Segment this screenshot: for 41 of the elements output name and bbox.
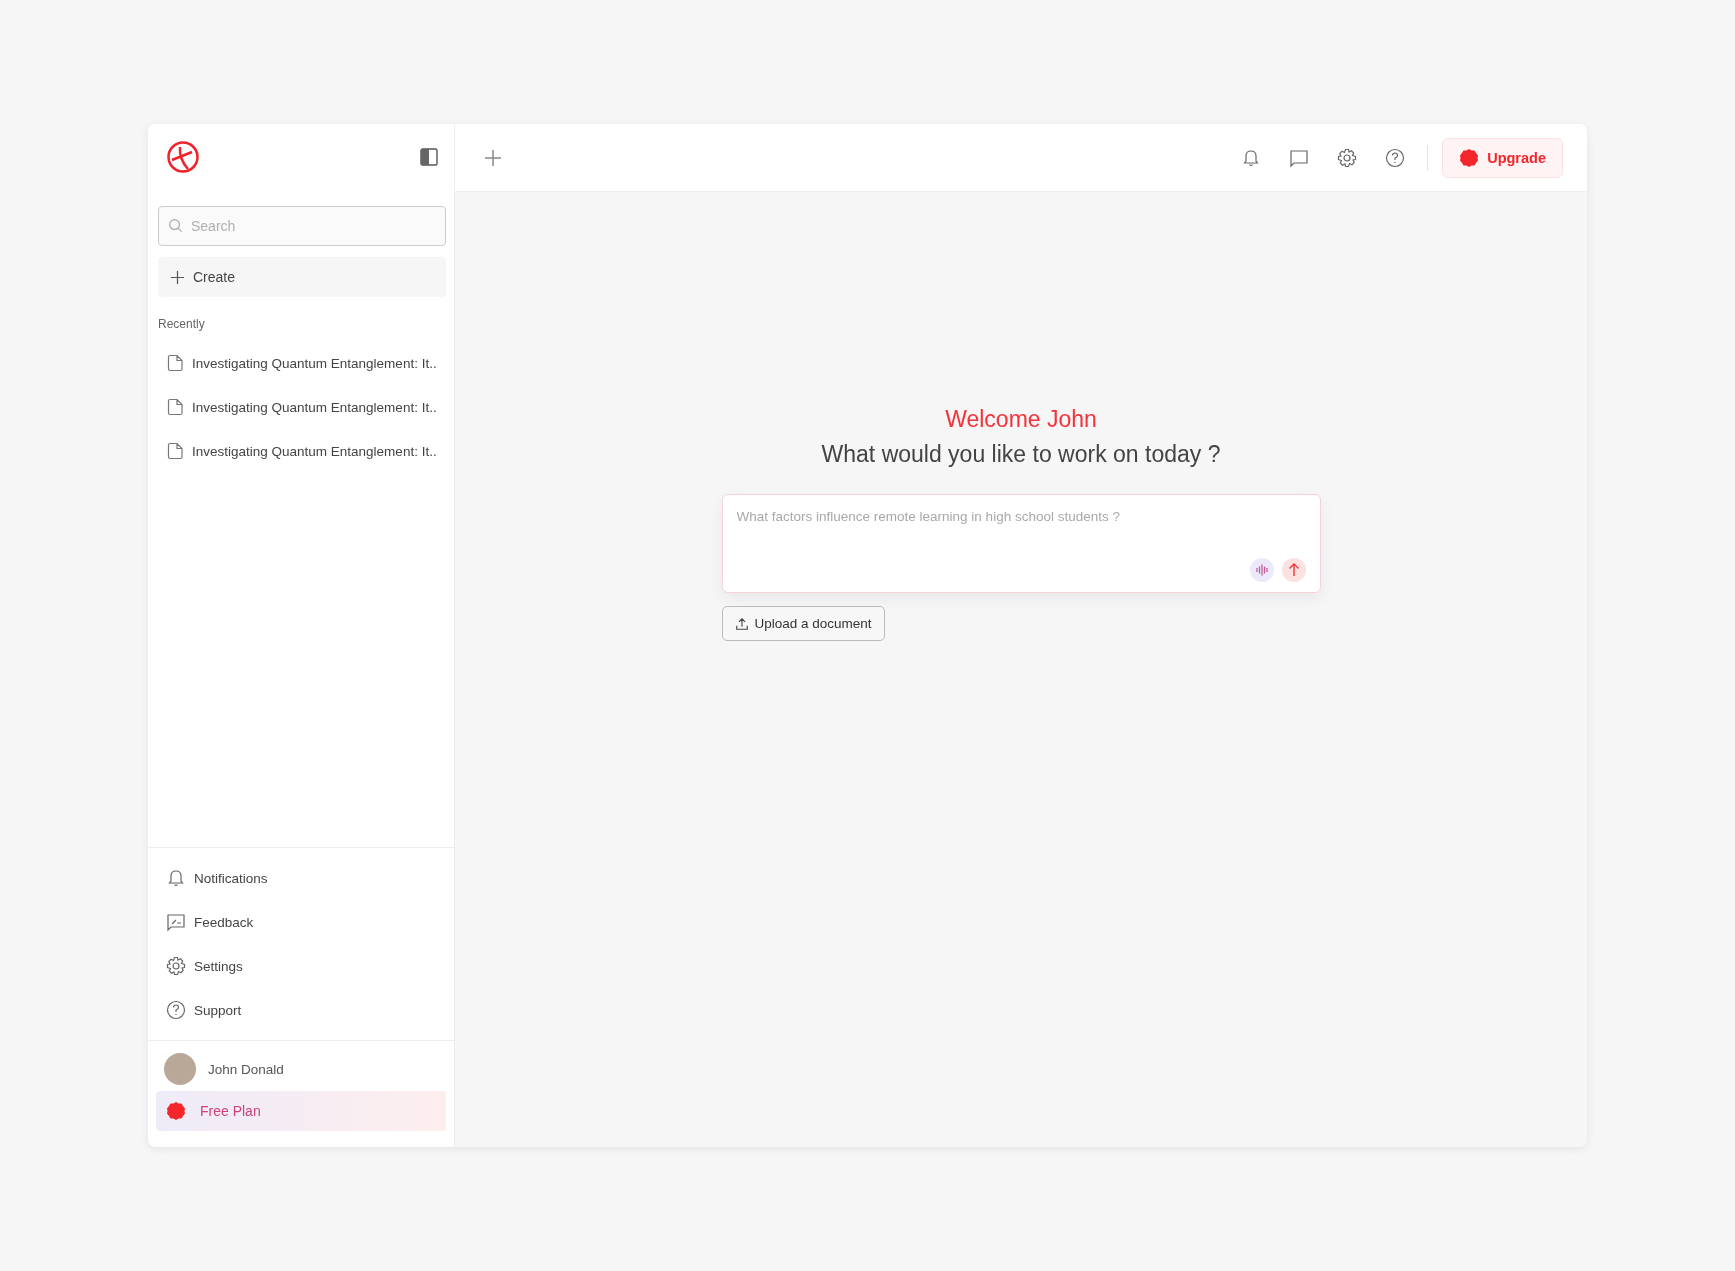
- bell-icon: [166, 868, 186, 888]
- new-tab-icon[interactable]: [484, 148, 502, 167]
- create-button[interactable]: Create: [158, 257, 446, 297]
- send-icon[interactable]: [1281, 558, 1306, 582]
- feedback-icon: [166, 912, 186, 932]
- badge-icon: [166, 1101, 186, 1121]
- plus-icon: [170, 269, 185, 285]
- plan-badge[interactable]: Free Plan: [156, 1091, 446, 1131]
- prompt-field[interactable]: What factors influence remote learning in high school students ?: [736, 509, 1306, 558]
- document-icon: [166, 398, 184, 416]
- voice-icon[interactable]: [1249, 558, 1274, 582]
- document-icon: [166, 354, 184, 372]
- nav-item[interactable]: Settings: [158, 944, 446, 988]
- plan-label: Free Plan: [200, 1103, 261, 1119]
- recent-item[interactable]: Investigating Quantum Entanglement: It..: [158, 341, 446, 385]
- upload-button[interactable]: Upload a document: [721, 606, 885, 641]
- bell-icon[interactable]: [1241, 147, 1262, 168]
- search-icon: [168, 218, 183, 233]
- recent-item[interactable]: Investigating Quantum Entanglement: It..: [158, 429, 446, 473]
- nav-item[interactable]: Notifications: [158, 856, 446, 900]
- nav-item[interactable]: Support: [158, 988, 446, 1032]
- sidebar-toggle-icon[interactable]: [420, 148, 438, 166]
- chat-icon[interactable]: [1289, 147, 1310, 168]
- avatar: [164, 1053, 196, 1085]
- user-name: John Donald: [208, 1061, 284, 1077]
- prompt-box[interactable]: What factors influence remote learning in high school students ?: [721, 494, 1321, 593]
- recent-item[interactable]: Investigating Quantum Entanglement: It..: [158, 385, 446, 429]
- help-icon: [166, 1000, 186, 1020]
- nav-item[interactable]: Feedback: [158, 900, 446, 944]
- upgrade-button[interactable]: Upgrade: [1442, 137, 1563, 178]
- question-heading: What would you like to work on today ?: [821, 441, 1221, 468]
- settings-icon: [166, 956, 186, 976]
- search-field[interactable]: Search: [158, 206, 446, 246]
- help-icon[interactable]: [1385, 147, 1406, 168]
- upload-icon: [734, 616, 749, 631]
- section-title: Recently: [158, 317, 206, 331]
- welcome-heading: Welcome John: [945, 406, 1097, 433]
- logo-icon: [166, 140, 200, 174]
- settings-icon[interactable]: [1337, 147, 1358, 168]
- badge-icon: [1459, 147, 1480, 168]
- document-icon: [166, 442, 184, 460]
